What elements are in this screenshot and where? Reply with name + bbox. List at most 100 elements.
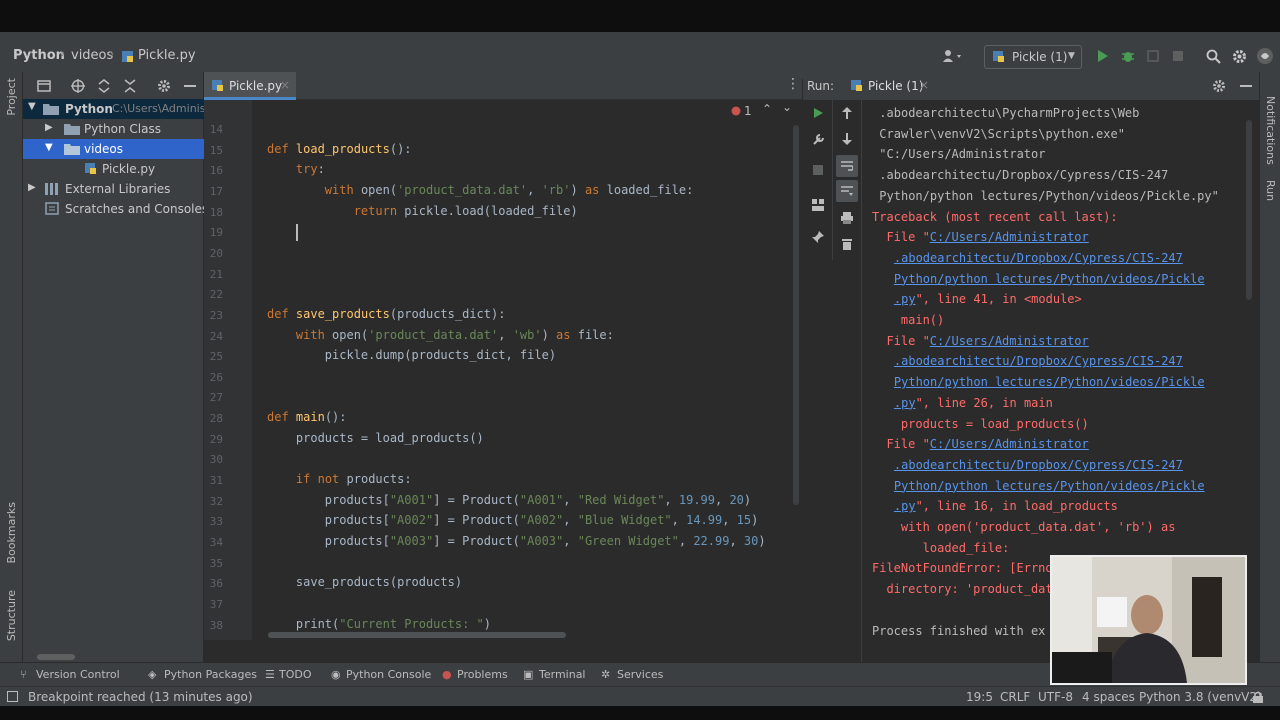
collapse-all-icon[interactable] xyxy=(119,75,141,97)
code-line[interactable]: if not products: xyxy=(267,472,412,486)
console-file-link[interactable]: C:/Users/Administrator xyxy=(930,437,1089,451)
arrow-up-icon[interactable] xyxy=(836,102,858,124)
line-number[interactable]: 22 xyxy=(205,288,223,301)
chevron-down-icon[interactable]: ⌄ xyxy=(782,100,792,114)
status-message[interactable]: Breakpoint reached (13 minutes ago) xyxy=(28,690,253,704)
code-editor[interactable] xyxy=(204,72,802,662)
soft-wrap-icon[interactable] xyxy=(836,155,858,177)
console-file-link[interactable]: .py xyxy=(894,292,916,306)
python-interpreter[interactable]: Python 3.8 (venvV2) xyxy=(1139,690,1262,704)
line-number[interactable]: 29 xyxy=(205,433,223,446)
debug-icon[interactable] xyxy=(1117,45,1139,67)
line-number[interactable]: 21 xyxy=(205,268,223,281)
console-file-link[interactable]: .py xyxy=(894,499,916,513)
console-file-link[interactable]: Python/python lectures/Python/videos/Pic… xyxy=(894,375,1205,389)
arrow-down-icon[interactable] xyxy=(836,128,858,150)
line-number[interactable]: 38 xyxy=(205,619,223,632)
chevron-up-icon[interactable]: ⌃ xyxy=(762,102,772,116)
console-file-link[interactable]: .py xyxy=(894,396,916,410)
line-number[interactable]: 33 xyxy=(205,515,223,528)
code-line[interactable]: with open('product_data.dat', 'rb') as l… xyxy=(267,183,694,197)
code-line[interactable]: try: xyxy=(267,162,325,176)
tree-item-pickle-py[interactable]: Pickle.py xyxy=(23,159,204,179)
run-scrollbar[interactable] xyxy=(1246,120,1252,300)
line-number[interactable]: 35 xyxy=(205,557,223,570)
rerun-icon[interactable] xyxy=(807,102,829,124)
console-file-link[interactable]: .abodearchitectu/Dropbox/Cypress/CIS-247 xyxy=(894,251,1183,265)
line-number[interactable]: 34 xyxy=(205,536,223,549)
layout-icon[interactable] xyxy=(807,194,829,216)
vertical-scrollbar[interactable] xyxy=(793,125,799,505)
run-tab-pickle[interactable]: Pickle (1) × xyxy=(843,72,935,100)
line-number[interactable]: 18 xyxy=(205,206,223,219)
python-packages-button[interactable]: ◈ Python Packages xyxy=(144,663,257,687)
tree-item-project-root[interactable]: ▼ Python C:\Users\Adminis xyxy=(23,99,204,119)
version-control-button[interactable]: ⑂ Version Control xyxy=(16,663,126,687)
todo-button[interactable]: ☰ TODO xyxy=(262,663,317,687)
console-file-link[interactable]: Python/python lectures/Python/videos/Pic… xyxy=(894,272,1205,286)
line-number[interactable]: 19 xyxy=(205,226,223,239)
console-file-link[interactable]: C:/Users/Administrator xyxy=(930,230,1089,244)
caret-position[interactable]: 19:5 xyxy=(966,690,993,704)
indent-setting[interactable]: 4 spaces xyxy=(1082,690,1135,704)
breadcrumb-file[interactable]: Pickle.py xyxy=(138,48,196,63)
scroll-to-end-icon[interactable] xyxy=(836,180,858,202)
code-line[interactable]: return pickle.load(loaded_file) xyxy=(267,204,578,218)
code-line[interactable]: products["A002"] = Product("A002", "Blue… xyxy=(267,513,759,527)
gear-icon[interactable] xyxy=(1228,45,1250,67)
lock-icon[interactable] xyxy=(1253,691,1263,706)
line-number[interactable]: 23 xyxy=(205,309,223,322)
line-number[interactable]: 15 xyxy=(205,144,223,157)
code-line[interactable]: products["A003"] = Product("A003", "Gree… xyxy=(267,534,766,548)
gear-icon[interactable] xyxy=(1208,75,1230,97)
coverage-icon[interactable] xyxy=(1142,45,1164,67)
horizontal-scrollbar[interactable] xyxy=(268,632,566,638)
breadcrumb-folder[interactable]: videos xyxy=(71,48,113,63)
editor-tab-pickle[interactable]: Pickle.py × xyxy=(204,72,296,100)
wrench-icon[interactable] xyxy=(807,128,829,150)
console-file-link[interactable]: C:/Users/Administrator xyxy=(930,334,1089,348)
line-number[interactable]: 37 xyxy=(205,598,223,611)
tree-item-scratches[interactable]: Scratches and Consoles xyxy=(23,199,204,219)
project-tool-tab[interactable]: Project xyxy=(5,78,18,128)
print-icon[interactable] xyxy=(836,207,858,229)
terminal-button[interactable]: ▣ Terminal xyxy=(520,663,590,687)
line-number[interactable]: 20 xyxy=(205,247,223,260)
run-tool-tab[interactable]: Run xyxy=(1264,180,1277,214)
services-button[interactable]: ✲ Services xyxy=(598,663,668,687)
close-icon[interactable]: × xyxy=(919,78,929,92)
trash-icon[interactable] xyxy=(836,233,858,255)
hide-icon[interactable] xyxy=(179,75,201,97)
line-number[interactable]: 28 xyxy=(205,412,223,425)
line-number[interactable]: 36 xyxy=(205,577,223,590)
error-indicator[interactable] xyxy=(731,105,741,119)
stop-icon[interactable] xyxy=(807,159,829,181)
line-number[interactable]: 24 xyxy=(205,330,223,343)
code-line[interactable]: with open('product_data.dat', 'wb') as f… xyxy=(267,328,614,342)
structure-tool-tab[interactable]: Structure xyxy=(5,590,18,650)
code-line[interactable]: def main(): xyxy=(267,410,347,424)
gear-icon[interactable] xyxy=(153,75,175,97)
horizontal-scrollbar[interactable] xyxy=(37,654,75,660)
code-line[interactable]: save_products(products) xyxy=(267,575,462,589)
console-file-link[interactable]: .abodearchitectu/Dropbox/Cypress/CIS-247 xyxy=(894,458,1183,472)
breadcrumb-project[interactable]: Python xyxy=(13,48,65,63)
code-line[interactable]: pickle.dump(products_dict, file) xyxy=(267,348,556,362)
code-line[interactable]: def load_products(): xyxy=(267,142,412,156)
status-toggle-icon[interactable] xyxy=(7,691,18,702)
hide-icon[interactable] xyxy=(1235,75,1257,97)
tree-item-videos[interactable]: ▼ videos xyxy=(23,139,204,159)
line-number[interactable]: 17 xyxy=(205,185,223,198)
code-line[interactable]: def save_products(products_dict): xyxy=(267,307,505,321)
more-tabs-icon[interactable]: ⋮ xyxy=(786,76,800,92)
line-number[interactable]: 31 xyxy=(205,474,223,487)
close-icon[interactable]: × xyxy=(280,78,290,92)
code-line[interactable]: products = load_products() xyxy=(267,431,484,445)
run-icon[interactable] xyxy=(1092,45,1114,67)
search-icon[interactable] xyxy=(1202,45,1224,67)
line-number[interactable]: 14 xyxy=(205,123,223,136)
notifications-tool-tab[interactable]: Notifications xyxy=(1264,96,1277,166)
add-user-icon[interactable] xyxy=(938,45,968,67)
line-number[interactable]: 27 xyxy=(205,391,223,404)
line-number[interactable]: 16 xyxy=(205,164,223,177)
